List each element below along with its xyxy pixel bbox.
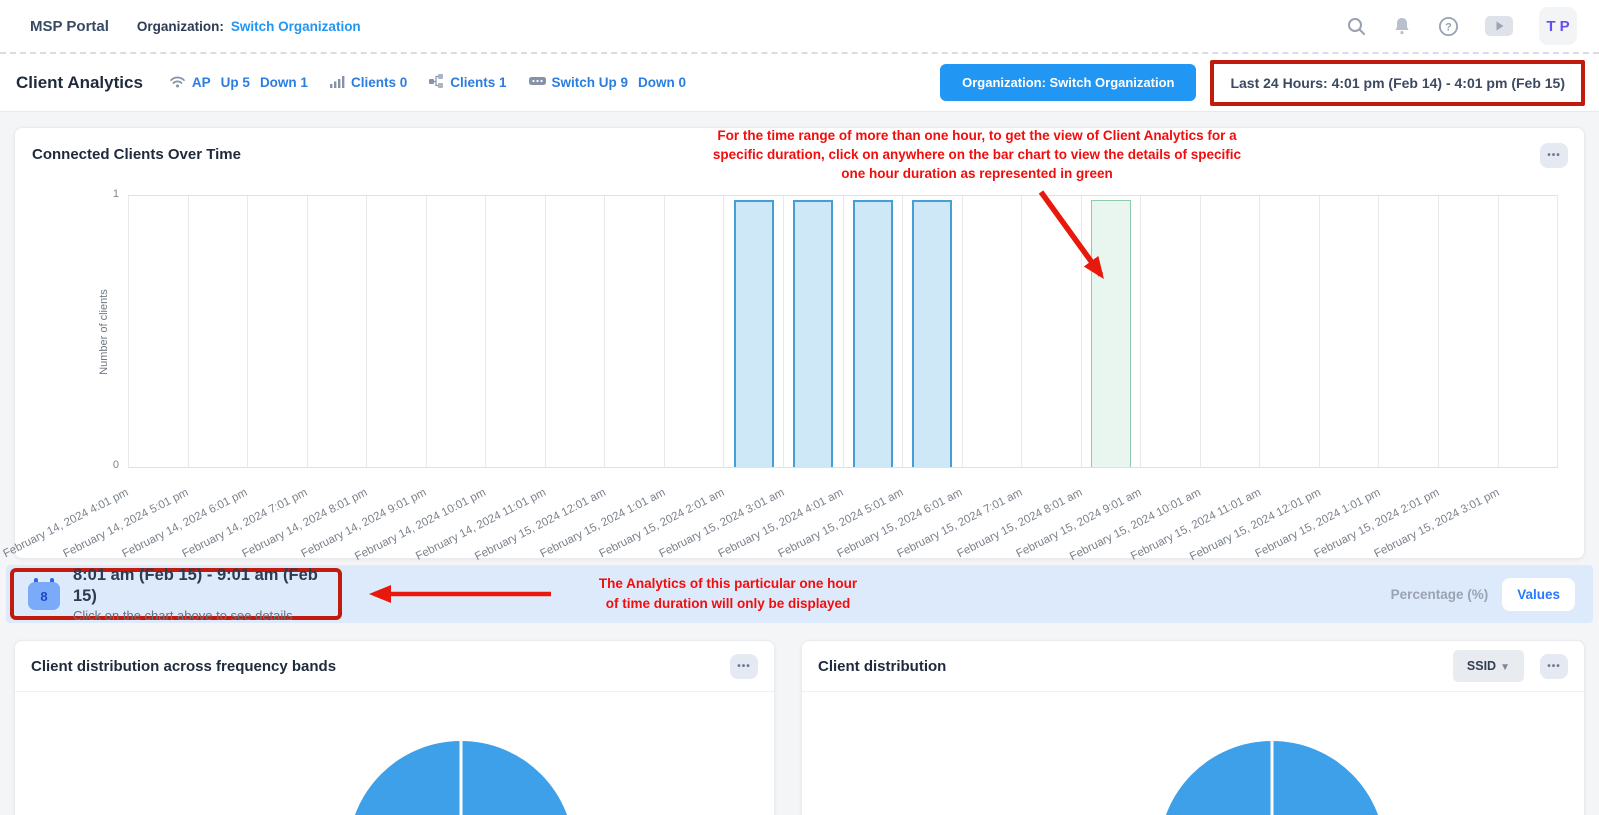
page-title: Client Analytics — [16, 73, 143, 93]
chart-slot[interactable] — [426, 196, 486, 467]
stat-up: Up 5 — [221, 75, 250, 90]
chart-slot[interactable] — [902, 196, 962, 467]
ellipsis-icon[interactable]: ••• — [1540, 143, 1568, 168]
bar-chart-plot[interactable] — [128, 195, 1558, 468]
chart-slot[interactable] — [307, 196, 367, 467]
stat-down: Down 0 — [638, 75, 686, 90]
frequency-bands-pie-chart[interactable] — [348, 741, 574, 815]
chart-slot[interactable] — [664, 196, 724, 467]
chart-slot[interactable] — [783, 196, 843, 467]
chart-card-title: Connected Clients Over Time — [32, 146, 241, 163]
chart-slot[interactable] — [1378, 196, 1438, 467]
organization-button[interactable]: Organization: Switch Organization — [940, 64, 1196, 101]
frequency-bands-pie-area — [15, 692, 774, 815]
x-axis-labels: February 14, 2024 4:01 pmFebruary 14, 20… — [128, 476, 1558, 556]
device-stats: AP Up 5 Down 1 Clients 0 Clients 1 Switc… — [169, 74, 686, 92]
time-range-selector[interactable]: Last 24 Hours: 4:01 pm (Feb 14) - 4:01 p… — [1210, 60, 1585, 106]
search-icon[interactable] — [1346, 16, 1366, 36]
card-header: Client distribution across frequency ban… — [15, 641, 774, 692]
chart-slot[interactable] — [1498, 196, 1558, 467]
selected-range-box[interactable]: 8 8:01 am (Feb 15) - 9:01 am (Feb 15) Cl… — [10, 568, 342, 620]
client-distribution-pie-chart[interactable] — [1159, 741, 1385, 815]
chart-slot[interactable] — [1319, 196, 1379, 467]
selected-hour-bar[interactable] — [1091, 200, 1131, 467]
client-count-bar[interactable] — [793, 200, 833, 467]
brand-title[interactable]: MSP Portal — [30, 18, 109, 35]
chart-slot[interactable] — [843, 196, 903, 467]
y-axis-label-wrap: Number of clients — [97, 195, 111, 468]
chart-slot[interactable] — [604, 196, 664, 467]
ellipsis-icon[interactable]: ••• — [730, 654, 758, 679]
bell-icon[interactable] — [1392, 16, 1412, 36]
svg-text:?: ? — [1445, 21, 1452, 33]
selected-range: 8:01 am (Feb 15) - 9:01 am (Feb 15) — [73, 565, 328, 606]
topology-icon — [429, 74, 444, 92]
chart-annotation: For the time range of more than one hour… — [627, 126, 1327, 183]
chart-slot[interactable] — [485, 196, 545, 467]
chart-slot[interactable] — [1438, 196, 1498, 467]
client-count-bar[interactable] — [734, 200, 774, 467]
frequency-bands-card: Client distribution across frequency ban… — [14, 640, 775, 815]
stat-label: Clients 1 — [450, 75, 506, 90]
y-tick-top: 1 — [93, 188, 119, 200]
calendar-icon: 8 — [28, 578, 60, 610]
video-tutorial-icon[interactable] — [1485, 16, 1513, 36]
client-count-bar[interactable] — [853, 200, 893, 467]
stat-wireless-clients: Clients 0 — [330, 75, 407, 91]
stat-down: Down 1 — [260, 75, 308, 90]
top-header: MSP Portal Organization: Switch Organiza… — [0, 0, 1599, 54]
ellipsis-icon[interactable]: ••• — [1540, 654, 1568, 679]
toolbar-right: Organization: Switch Organization Last 2… — [940, 60, 1585, 106]
chart-slot[interactable] — [128, 196, 188, 467]
organization-link[interactable]: Switch Organization — [231, 19, 361, 34]
header-actions: ? T P — [1346, 7, 1577, 45]
selection-arrow-icon — [346, 579, 561, 609]
help-icon[interactable]: ? — [1438, 16, 1459, 37]
switch-icon — [529, 75, 546, 90]
selection-annotation: The Analytics of this particular one hou… — [558, 574, 898, 613]
chart-slot[interactable] — [545, 196, 605, 467]
client-distribution-pie-area — [802, 692, 1584, 815]
calendar-day: 8 — [28, 582, 60, 610]
client-count-bar[interactable] — [912, 200, 952, 467]
stat-ap: AP Up 5 Down 1 — [169, 74, 308, 91]
stat-switch: Switch Up 9 Down 0 — [529, 75, 687, 90]
range-hint: Click on the chart above to see details — [73, 608, 328, 623]
stat-label: Clients 0 — [351, 75, 407, 90]
card-header: Client distribution SSID▼ ••• — [802, 641, 1584, 692]
y-axis-label: Number of clients — [98, 289, 110, 375]
user-avatar[interactable]: T P — [1539, 7, 1577, 45]
range-text: 8:01 am (Feb 15) - 9:01 am (Feb 15) Clic… — [73, 565, 328, 623]
chevron-down-icon: ▼ — [1500, 662, 1510, 673]
chart-slot[interactable] — [1081, 196, 1141, 467]
frequency-bands-title: Client distribution across frequency ban… — [31, 658, 336, 675]
client-distribution-title: Client distribution — [818, 658, 946, 675]
display-mode-toggle: Percentage (%) Values — [1391, 565, 1575, 623]
chart-slot[interactable] — [1021, 196, 1081, 467]
client-distribution-card: Client distribution SSID▼ ••• — [801, 640, 1585, 815]
chart-slot[interactable] — [1200, 196, 1260, 467]
organization-label: Organization: — [137, 19, 224, 34]
stat-wired-clients: Clients 1 — [429, 74, 506, 92]
chart-slot[interactable] — [366, 196, 426, 467]
chart-slot[interactable] — [247, 196, 307, 467]
bottom-cards-row: Client distribution across frequency ban… — [14, 640, 1585, 815]
wifi-icon — [169, 74, 186, 91]
y-tick-bottom: 0 — [93, 459, 119, 471]
signal-bars-icon — [330, 75, 345, 91]
percentage-toggle[interactable]: Percentage (%) — [1391, 587, 1489, 602]
selection-bar: 8 8:01 am (Feb 15) - 9:01 am (Feb 15) Cl… — [6, 565, 1593, 623]
stat-label: Switch Up 9 — [552, 75, 629, 90]
chart-slot[interactable] — [1140, 196, 1200, 467]
chart-slot[interactable] — [1259, 196, 1319, 467]
connected-clients-card: Connected Clients Over Time ••• For the … — [14, 127, 1585, 559]
values-toggle[interactable]: Values — [1502, 578, 1575, 611]
chart-slot[interactable] — [188, 196, 248, 467]
chart-slot[interactable] — [962, 196, 1022, 467]
stat-label: AP — [192, 75, 211, 90]
ssid-dropdown[interactable]: SSID▼ — [1453, 650, 1524, 682]
chart-slot[interactable] — [723, 196, 783, 467]
main-content: Connected Clients Over Time ••• For the … — [0, 127, 1599, 815]
analytics-toolbar: Client Analytics AP Up 5 Down 1 Clients … — [0, 54, 1599, 112]
